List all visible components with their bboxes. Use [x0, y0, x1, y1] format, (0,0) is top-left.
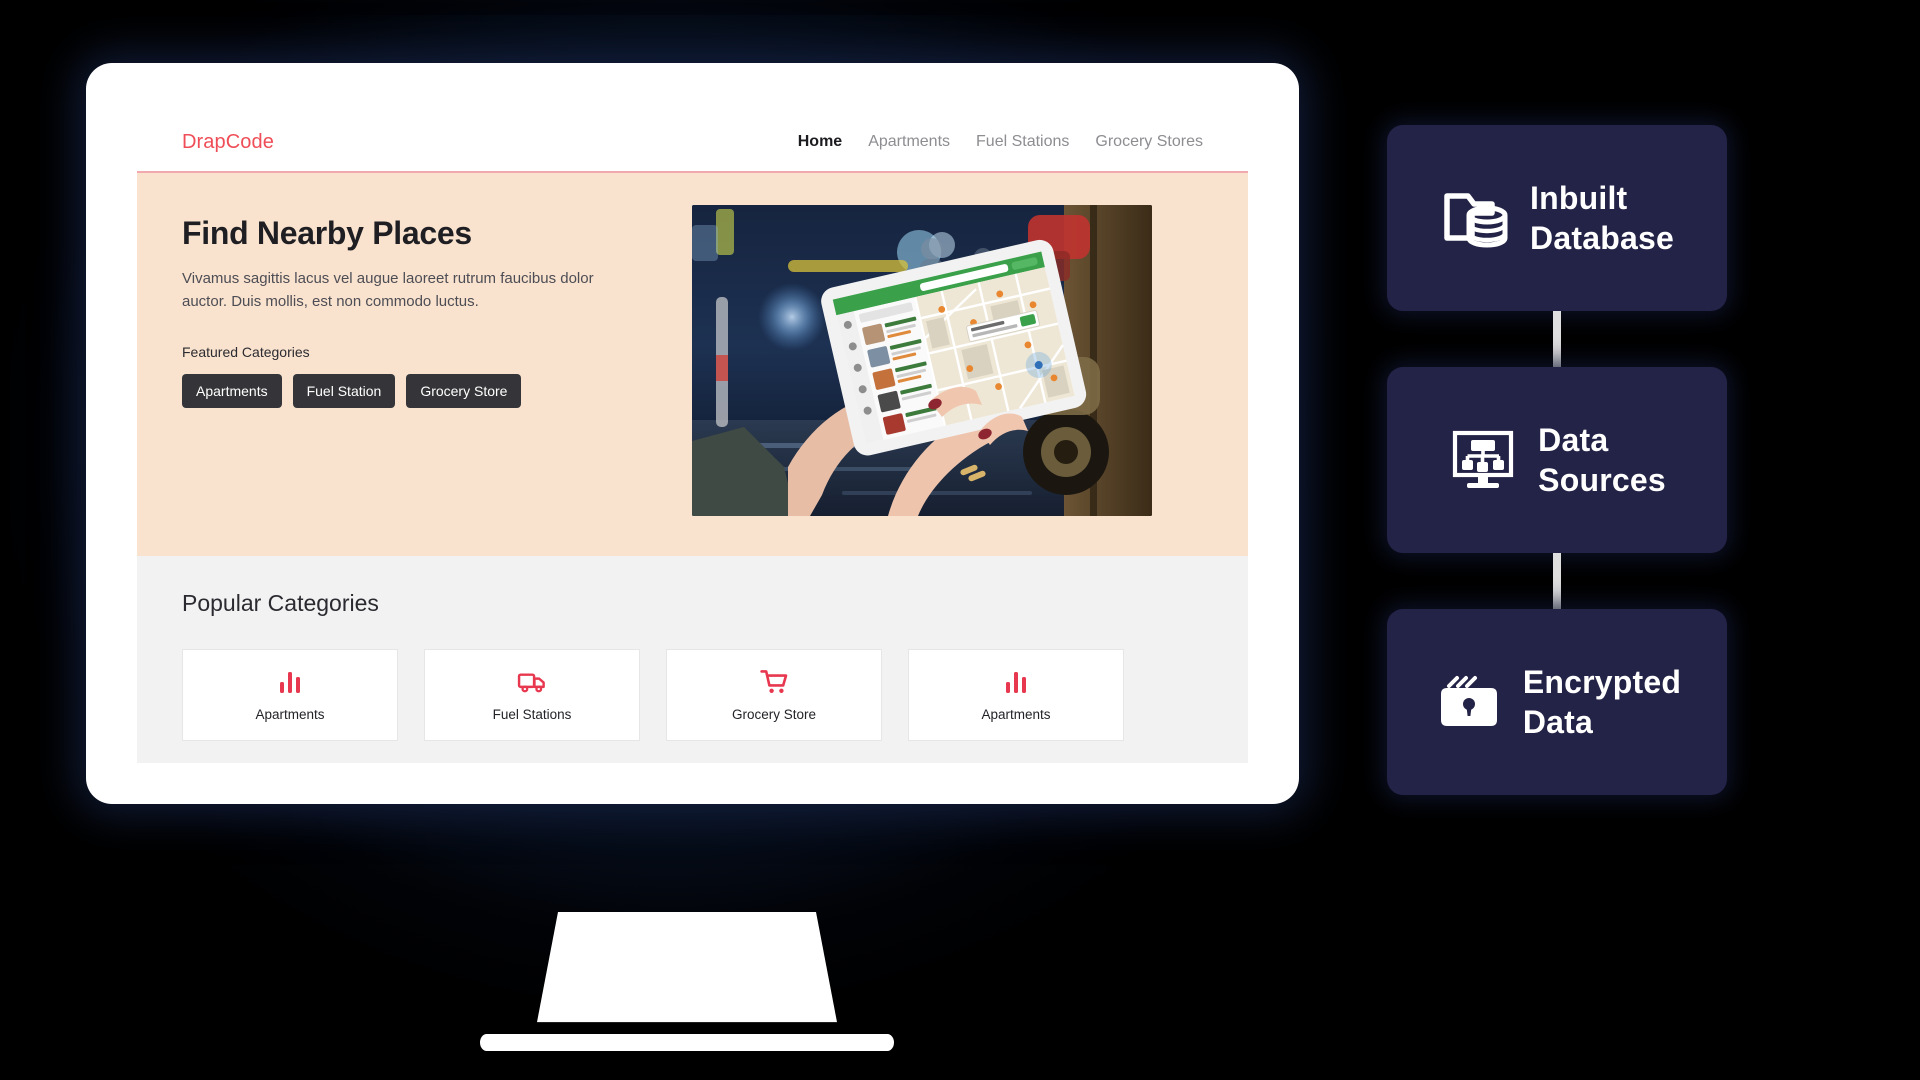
- featured-categories-label: Featured Categories: [182, 343, 310, 360]
- chip-apartments[interactable]: Apartments: [182, 373, 282, 408]
- badge-data-sources[interactable]: Data Sources: [1387, 367, 1727, 553]
- monitor-stand-neck: [537, 912, 837, 1023]
- bar-chart-icon: [275, 669, 305, 696]
- site-header: DrapCode Home Apartments Fuel Stations G…: [137, 113, 1248, 171]
- nav-item-grocery-stores[interactable]: Grocery Stores: [1095, 133, 1203, 151]
- badge-label-line2: Database: [1530, 220, 1674, 256]
- category-card-grocery-store[interactable]: Grocery Store: [666, 649, 882, 741]
- hero-subtitle: Vivamus sagittis lacus vel augue laoreet…: [182, 270, 594, 310]
- badge-label: Data Sources: [1538, 420, 1666, 500]
- badge-label-line1: Data: [1538, 422, 1609, 458]
- chip-fuel-station[interactable]: Fuel Station: [292, 373, 396, 408]
- nav-item-home[interactable]: Home: [798, 133, 842, 151]
- badge-label-line1: Inbuilt: [1530, 180, 1628, 216]
- category-card-label: Apartments: [255, 706, 325, 722]
- monitor-bezel: DrapCode Home Apartments Fuel Stations G…: [86, 63, 1299, 804]
- main-navigation: Home Apartments Fuel Stations Grocery St…: [798, 133, 1203, 151]
- category-cards: Apartments Fuel Stations Grocery Store A…: [182, 649, 1203, 741]
- badge-label: Inbuilt Database: [1530, 178, 1674, 258]
- badge-label-line1: Encrypted: [1522, 664, 1682, 700]
- folder-database-icon: [1440, 186, 1514, 250]
- category-card-fuel-stations[interactable]: Fuel Stations: [424, 649, 640, 741]
- category-card-apartments-1[interactable]: Apartments: [182, 649, 398, 741]
- category-card-apartments-2[interactable]: Apartments: [908, 649, 1124, 741]
- hero-image: [692, 205, 1152, 516]
- category-card-label: Grocery Store: [731, 706, 817, 722]
- chip-grocery-store[interactable]: Grocery Store: [406, 373, 522, 408]
- truck-icon: [517, 669, 547, 696]
- badge-encrypted-data[interactable]: Encrypted Data: [1387, 609, 1727, 795]
- featured-categories-chips: Apartments Fuel Station Grocery Store: [182, 373, 662, 408]
- hero-content: Find Nearby Places Vivamus sagittis lacu…: [182, 205, 662, 408]
- bar-chart-icon: [1001, 669, 1031, 696]
- popular-categories-title: Popular Categories: [182, 590, 379, 616]
- category-card-label: Apartments: [981, 706, 1051, 722]
- brand-logo[interactable]: DrapCode: [182, 131, 274, 154]
- monitor-sitemap-icon: [1448, 428, 1522, 492]
- monitor-screen: DrapCode Home Apartments Fuel Stations G…: [137, 113, 1248, 763]
- hero-section: Find Nearby Places Vivamus sagittis lacu…: [137, 173, 1248, 556]
- shopping-cart-icon: [759, 669, 789, 696]
- nav-item-fuel-stations[interactable]: Fuel Stations: [976, 133, 1069, 151]
- badge-inbuilt-database[interactable]: Inbuilt Database: [1387, 125, 1727, 311]
- category-card-label: Fuel Stations: [492, 706, 572, 722]
- monitor-stand-base: [480, 1034, 894, 1051]
- page-background: DrapCode Home Apartments Fuel Stations G…: [0, 0, 1920, 1080]
- feature-badges: Inbuilt Database Data Sources Encrypted …: [1387, 125, 1727, 795]
- badge-connector-1: [1553, 311, 1561, 367]
- badge-label-line2: Sources: [1538, 462, 1666, 498]
- badge-connector-2: [1553, 553, 1561, 609]
- folder-lock-icon: [1433, 670, 1507, 734]
- hero-title: Find Nearby Places: [182, 215, 472, 251]
- badge-label: Encrypted Data: [1523, 662, 1681, 742]
- nav-item-apartments[interactable]: Apartments: [868, 133, 950, 151]
- badge-label-line2: Data: [1522, 704, 1594, 740]
- popular-categories-section: Popular Categories Apartments Fuel Stati…: [137, 556, 1248, 763]
